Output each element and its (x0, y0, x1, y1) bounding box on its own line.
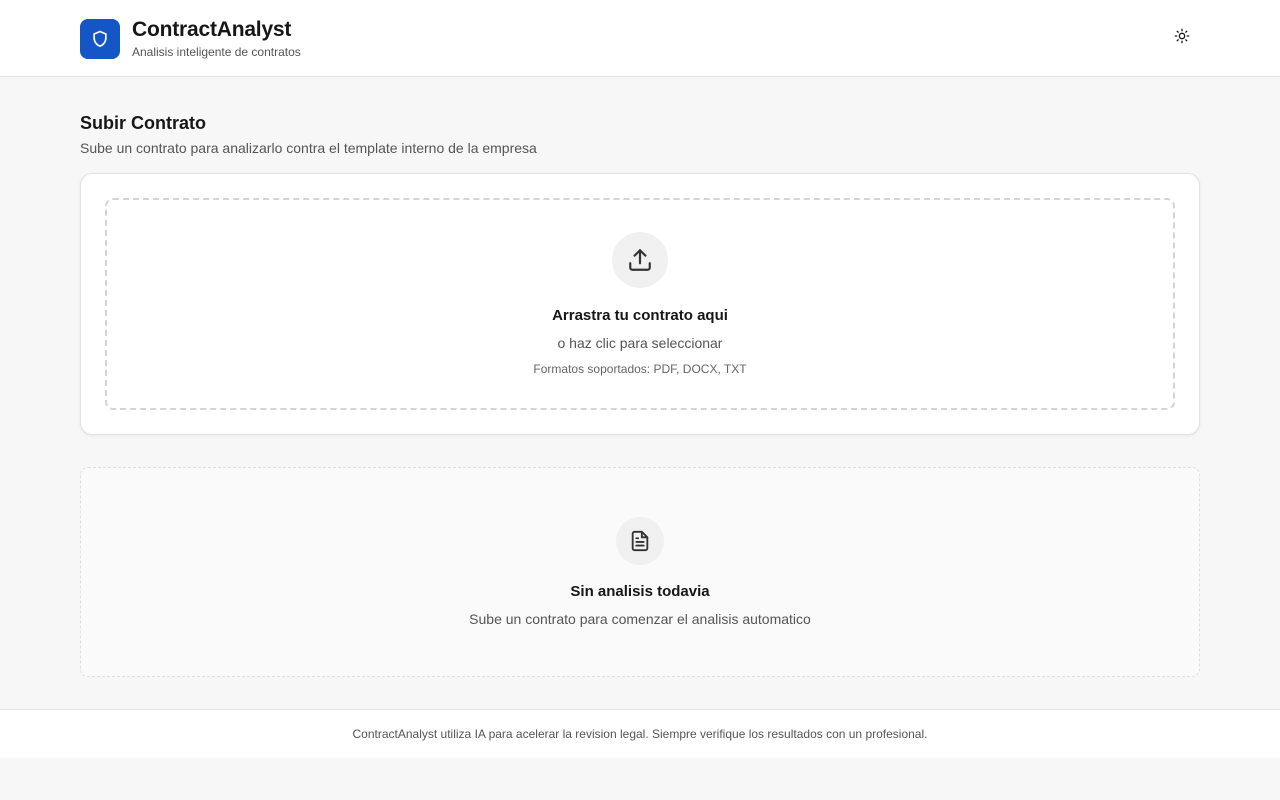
main-content: Subir Contrato Sube un contrato para ana… (0, 77, 1280, 709)
dropzone-title: Arrastra tu contrato aqui (552, 307, 728, 324)
page-description: Sube un contrato para analizarlo contra … (80, 140, 537, 156)
footer-disclaimer: ContractAnalyst utiliza IA para acelerar… (352, 727, 928, 741)
sun-icon (1174, 28, 1190, 49)
page-footer: ContractAnalyst utiliza IA para acelerar… (0, 709, 1280, 758)
brand: ContractAnalyst Analisis inteligente de … (80, 18, 301, 60)
supported-formats: Formatos soportados: PDF, DOCX, TXT (533, 362, 747, 376)
upload-icon (612, 232, 668, 288)
file-dropzone[interactable]: Arrastra tu contrato aqui o haz clic par… (105, 198, 1175, 410)
document-icon (616, 517, 664, 565)
app-subtitle: Analisis inteligente de contratos (132, 45, 301, 59)
empty-state-subtitle: Sube un contrato para comenzar el analis… (469, 611, 811, 627)
empty-state-title: Sin analisis todavia (570, 583, 710, 600)
page-title: Subir Contrato (80, 113, 206, 133)
shield-icon (80, 19, 120, 59)
theme-toggle-button[interactable] (1166, 22, 1198, 54)
upload-card: Arrastra tu contrato aqui o haz clic par… (80, 173, 1200, 435)
app-title: ContractAnalyst (132, 18, 292, 41)
empty-state: Sin analisis todavia Sube un contrato pa… (80, 467, 1200, 677)
brand-text: ContractAnalyst Analisis inteligente de … (132, 18, 301, 60)
app-header: ContractAnalyst Analisis inteligente de … (0, 0, 1280, 77)
dropzone-subtitle: o haz clic para seleccionar (557, 335, 723, 351)
